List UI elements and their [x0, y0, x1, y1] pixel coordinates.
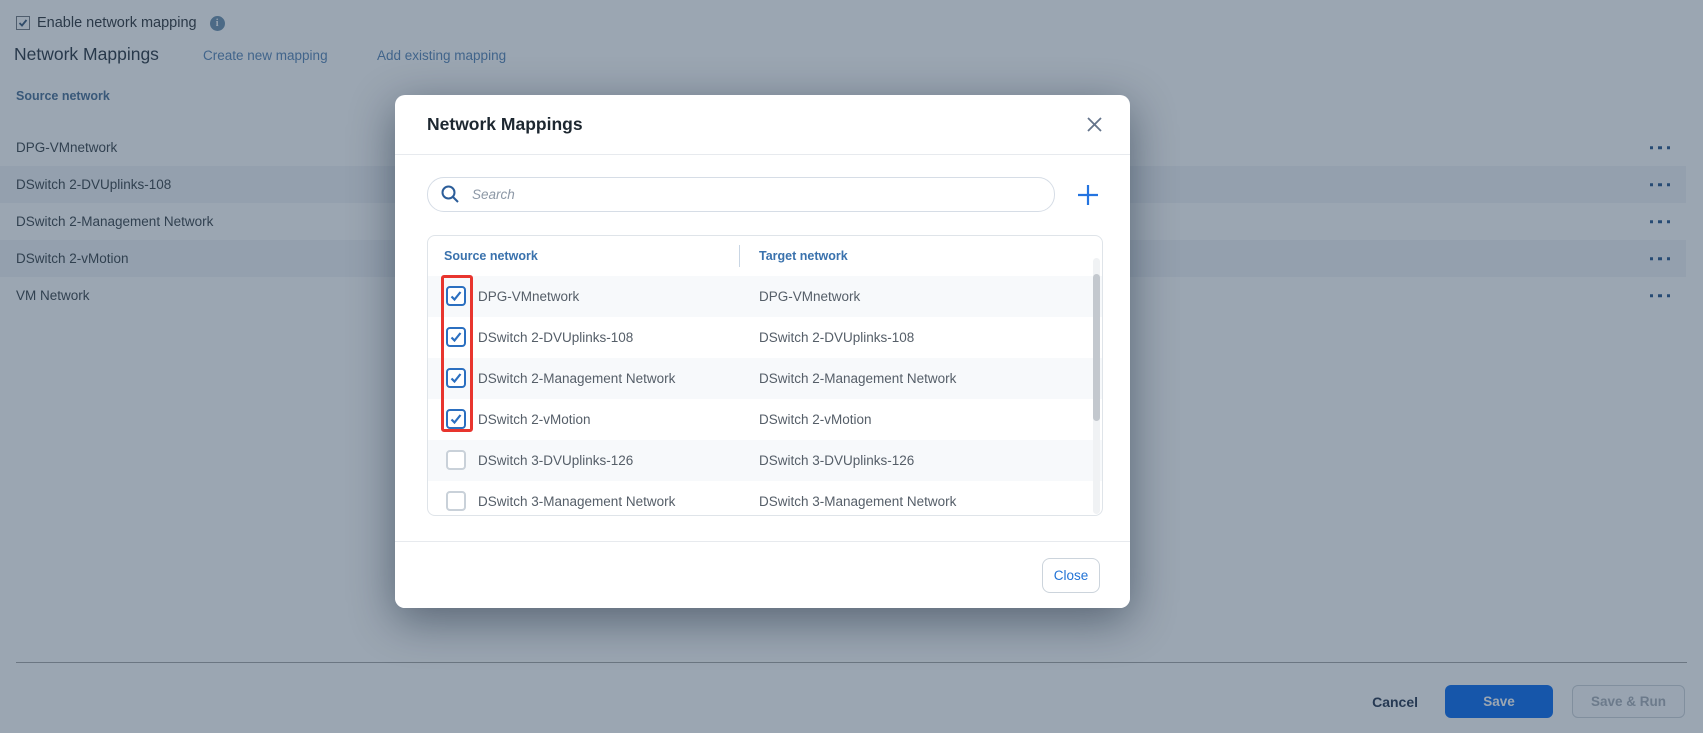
mapping-row: DSwitch 2-Management Network DSwitch 2-M… [428, 358, 1102, 399]
source-network-cell: DSwitch 3-Management Network [478, 481, 675, 516]
search-box [427, 177, 1055, 212]
source-network-cell: DPG-VMnetwork [478, 276, 579, 317]
mapping-row: DPG-VMnetwork DPG-VMnetwork [428, 276, 1102, 317]
target-network-cell: DSwitch 3-DVUplinks-126 [759, 440, 914, 481]
target-network-cell: DSwitch 2-DVUplinks-108 [759, 317, 914, 358]
source-network-column-header: Source network [444, 249, 538, 263]
mappings-table: Source network Target network DPG-VMnetw… [427, 235, 1103, 516]
source-network-cell: DSwitch 3-DVUplinks-126 [478, 440, 633, 481]
row-checkbox[interactable] [446, 327, 466, 347]
modal-toolbar [395, 155, 1130, 212]
source-network-cell: DSwitch 2-DVUplinks-108 [478, 317, 633, 358]
row-checkbox[interactable] [446, 286, 466, 306]
source-network-cell: DSwitch 2-Management Network [478, 358, 675, 399]
row-checkbox[interactable] [446, 409, 466, 429]
search-input[interactable] [427, 177, 1055, 212]
modal-title: Network Mappings [427, 114, 583, 135]
target-network-cell: DPG-VMnetwork [759, 276, 860, 317]
close-button[interactable]: Close [1042, 558, 1100, 593]
source-network-cell: DSwitch 2-vMotion [478, 399, 591, 440]
table-header-row: Source network Target network [428, 236, 1102, 276]
row-checkbox[interactable] [446, 491, 466, 511]
mapping-row: DSwitch 2-DVUplinks-108 DSwitch 2-DVUpli… [428, 317, 1102, 358]
target-network-cell: DSwitch 3-Management Network [759, 481, 956, 516]
search-icon [440, 184, 460, 209]
target-network-cell: DSwitch 2-vMotion [759, 399, 872, 440]
mapping-row: DSwitch 3-Management Network DSwitch 3-M… [428, 481, 1102, 516]
table-scrollbar-thumb[interactable] [1093, 274, 1100, 421]
network-mappings-modal: Network Mappings Source network Target n… [395, 95, 1130, 608]
add-mapping-plus-icon[interactable] [1077, 184, 1099, 206]
modal-footer: Close [395, 541, 1130, 608]
modal-header: Network Mappings [395, 95, 1130, 155]
network-mapping-page: Enable network mapping i Network Mapping… [0, 0, 1703, 733]
target-network-column-header: Target network [759, 249, 848, 263]
column-divider [739, 245, 740, 267]
mapping-row: DSwitch 3-DVUplinks-126 DSwitch 3-DVUpli… [428, 440, 1102, 481]
close-icon[interactable] [1084, 115, 1104, 135]
target-network-cell: DSwitch 2-Management Network [759, 358, 956, 399]
row-checkbox[interactable] [446, 368, 466, 388]
row-checkbox[interactable] [446, 450, 466, 470]
mapping-row: DSwitch 2-vMotion DSwitch 2-vMotion [428, 399, 1102, 440]
